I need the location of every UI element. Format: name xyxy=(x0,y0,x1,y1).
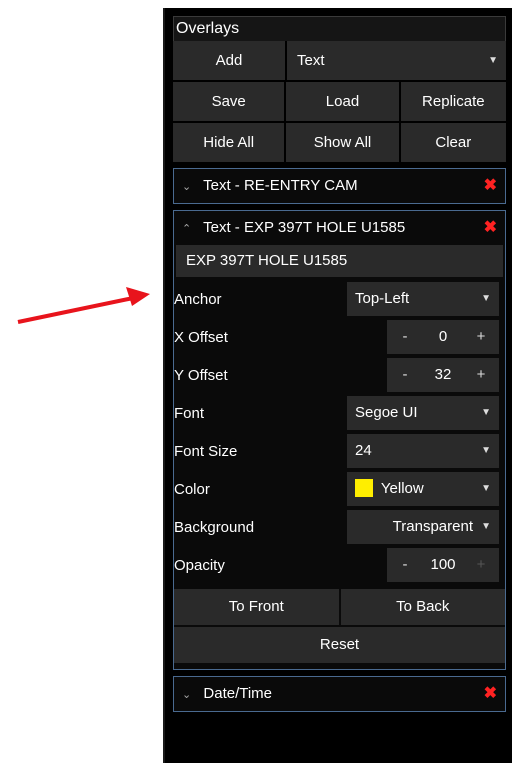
font-label: Font xyxy=(174,405,205,422)
decrement-button[interactable]: - xyxy=(387,548,423,582)
font-size-value: 24 xyxy=(355,442,372,459)
increment-button[interactable]: + xyxy=(463,548,499,582)
hide-all-button[interactable]: Hide All xyxy=(173,123,285,162)
font-size-row: Font Size 24 ▼ xyxy=(174,433,505,471)
chevron-down-icon: ⌄ xyxy=(182,181,192,193)
opacity-stepper: - 100 + xyxy=(387,548,499,582)
y-offset-value[interactable]: 32 xyxy=(423,358,463,392)
overlay-section-date-time: ⌄ Date/Time ✖ xyxy=(173,676,506,712)
anchor-select[interactable]: Top-Left ▼ xyxy=(347,282,499,316)
decrement-button[interactable]: - xyxy=(387,320,423,354)
reset-button[interactable]: Reset xyxy=(174,627,505,663)
add-button[interactable]: Add xyxy=(173,41,285,80)
color-label: Color xyxy=(174,481,210,498)
to-front-button[interactable]: To Front xyxy=(174,589,339,625)
background-select[interactable]: Transparent ▼ xyxy=(347,510,499,544)
x-offset-label: X Offset xyxy=(174,329,228,346)
increment-button[interactable]: + xyxy=(463,320,499,354)
color-select[interactable]: Yellow ▼ xyxy=(347,472,499,506)
caret-down-icon: ▼ xyxy=(481,293,491,304)
font-size-label: Font Size xyxy=(174,443,238,460)
replicate-button[interactable]: Replicate xyxy=(400,82,506,121)
chevron-down-icon: ⌄ xyxy=(182,689,192,701)
section-header-date-time[interactable]: ⌄ Date/Time ✖ xyxy=(174,677,505,711)
increment-button[interactable]: + xyxy=(463,358,499,392)
caret-down-icon: ▼ xyxy=(481,407,491,418)
decrement-button[interactable]: - xyxy=(387,358,423,392)
close-icon[interactable]: ✖ xyxy=(484,169,497,203)
panel-title: Overlays xyxy=(173,16,506,41)
opacity-value[interactable]: 100 xyxy=(423,548,463,582)
overlay-section-exp-397t: ⌃ Text - EXP 397T HOLE U1585 ✖ EXP 397T … xyxy=(173,210,506,670)
font-row: Font Segoe UI ▼ xyxy=(174,395,505,433)
color-value: Yellow xyxy=(380,480,424,497)
overlays-panel: Overlays Add Text ▼ Save Load Replicate … xyxy=(163,8,512,763)
red-annotation-arrow xyxy=(17,287,150,324)
chevron-up-icon: ⌃ xyxy=(182,223,192,235)
show-all-button[interactable]: Show All xyxy=(286,123,399,162)
font-value: Segoe UI xyxy=(355,404,418,421)
font-select[interactable]: Segoe UI ▼ xyxy=(347,396,499,430)
opacity-label: Opacity xyxy=(174,557,225,574)
color-row: Color Yellow ▼ xyxy=(174,471,505,509)
to-back-button[interactable]: To Back xyxy=(340,589,505,625)
order-buttons: To Front To Back xyxy=(174,589,505,625)
overlay-type-select[interactable]: Text ▼ xyxy=(287,41,506,80)
close-icon[interactable]: ✖ xyxy=(484,211,497,245)
overlay-text-field[interactable]: EXP 397T HOLE U1585 xyxy=(176,245,503,277)
caret-down-icon: ▼ xyxy=(481,483,491,494)
x-offset-value[interactable]: 0 xyxy=(423,320,463,354)
anchor-row: Anchor Top-Left ▼ xyxy=(174,281,505,319)
y-offset-row: Y Offset - 32 + xyxy=(174,357,505,395)
caret-down-icon: ▼ xyxy=(481,521,491,532)
section-title: Text - EXP 397T HOLE U1585 xyxy=(203,219,406,236)
x-offset-stepper: - 0 + xyxy=(387,320,499,354)
overlay-type-value: Text xyxy=(297,52,325,69)
close-icon[interactable]: ✖ xyxy=(484,677,497,711)
clear-button[interactable]: Clear xyxy=(400,123,506,162)
y-offset-label: Y Offset xyxy=(174,367,228,384)
caret-down-icon: ▼ xyxy=(488,55,498,66)
section-title: Text - RE-ENTRY CAM xyxy=(203,177,358,194)
font-size-select[interactable]: 24 ▼ xyxy=(347,434,499,468)
x-offset-row: X Offset - 0 + xyxy=(174,319,505,357)
background-label: Background xyxy=(174,519,255,536)
opacity-row: Opacity - 100 + xyxy=(174,547,505,585)
overlay-section-reentry-cam: ⌄ Text - RE-ENTRY CAM ✖ xyxy=(173,168,506,204)
section-header-exp-397t[interactable]: ⌃ Text - EXP 397T HOLE U1585 ✖ xyxy=(174,211,505,245)
load-button[interactable]: Load xyxy=(286,82,399,121)
caret-down-icon: ▼ xyxy=(481,445,491,456)
y-offset-stepper: - 32 + xyxy=(387,358,499,392)
background-value: Transparent xyxy=(392,518,473,535)
background-row: Background Transparent ▼ xyxy=(174,509,505,547)
section-header-reentry-cam[interactable]: ⌄ Text - RE-ENTRY CAM ✖ xyxy=(174,169,505,203)
save-button[interactable]: Save xyxy=(173,82,285,121)
section-title: Date/Time xyxy=(203,685,273,702)
color-swatch xyxy=(355,479,373,498)
anchor-value: Top-Left xyxy=(355,290,410,307)
anchor-label: Anchor xyxy=(174,291,222,308)
